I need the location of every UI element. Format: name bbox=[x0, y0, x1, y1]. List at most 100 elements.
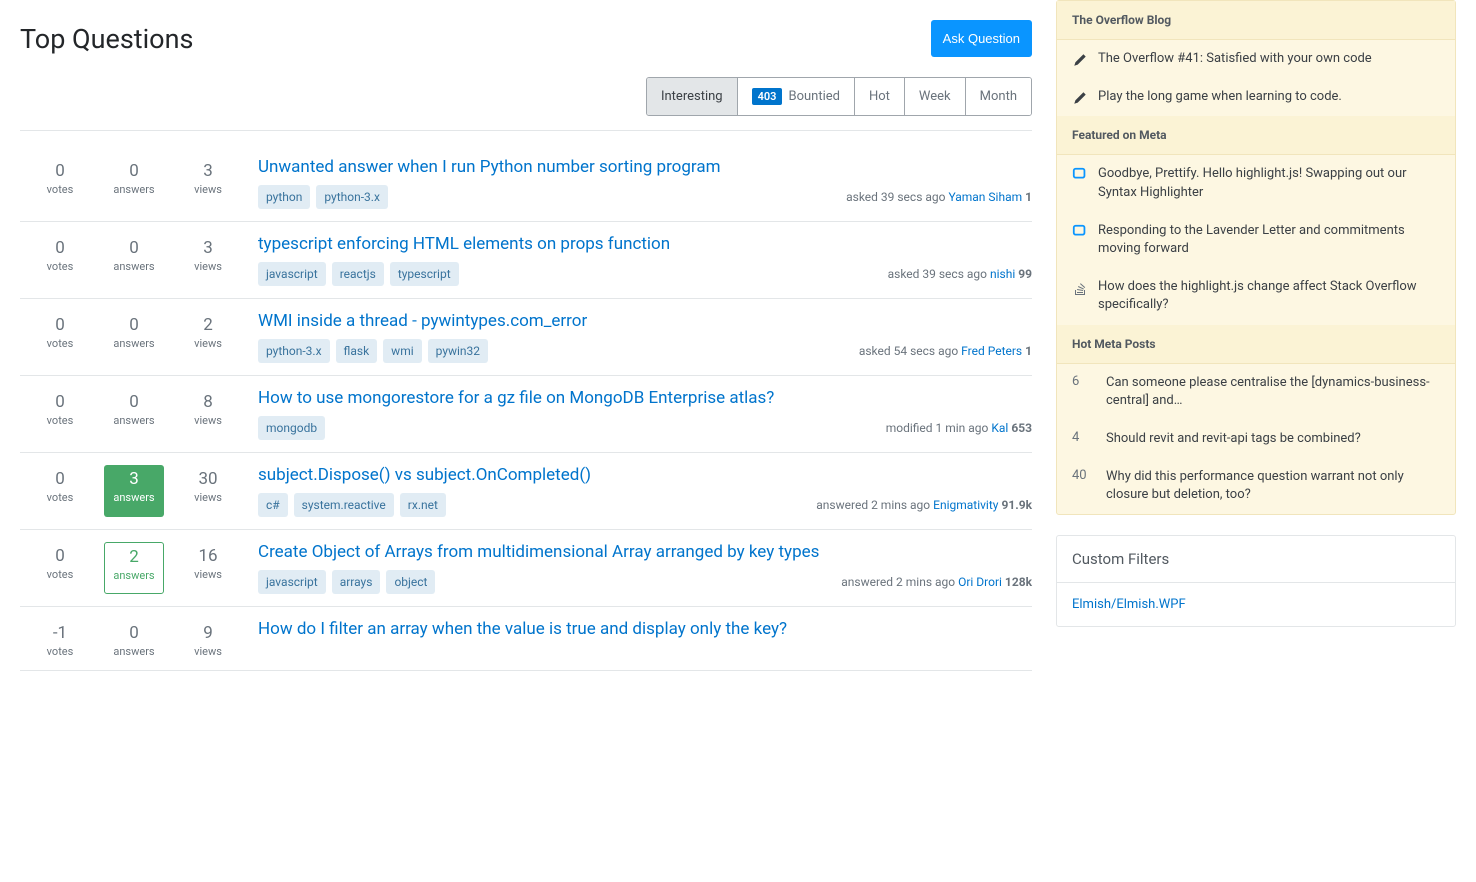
username-link[interactable]: Ori Drori bbox=[958, 575, 1002, 589]
ask-question-button[interactable]: Ask Question bbox=[931, 20, 1032, 57]
stat-label: votes bbox=[30, 337, 90, 350]
action-time: answered 2 mins ago bbox=[816, 498, 933, 512]
question-title-link[interactable]: Create Object of Arrays from multidimens… bbox=[258, 542, 1032, 562]
hot-meta-item[interactable]: 6Can someone please centralise the [dyna… bbox=[1057, 364, 1455, 420]
tab-hot[interactable]: Hot bbox=[855, 78, 905, 115]
stat-views: 9views bbox=[178, 619, 238, 658]
stat-label: views bbox=[178, 260, 238, 273]
stat-votes: 0votes bbox=[30, 234, 90, 286]
hot-meta-score: 6 bbox=[1072, 374, 1096, 389]
stat-number: 3 bbox=[178, 161, 238, 181]
tag[interactable]: python bbox=[258, 185, 310, 209]
meta-item[interactable]: Goodbye, Prettify. Hello highlight.js! S… bbox=[1057, 155, 1455, 211]
stackoverflow-icon bbox=[1072, 280, 1088, 296]
tag[interactable]: mongodb bbox=[258, 416, 325, 440]
username-link[interactable]: Kal bbox=[991, 421, 1008, 435]
question-title-link[interactable]: WMI inside a thread - pywintypes.com_err… bbox=[258, 311, 1032, 331]
custom-filters-widget: Custom Filters Elmish/Elmish.WPF bbox=[1056, 535, 1456, 627]
stat-number: 0 bbox=[104, 392, 164, 412]
username-link[interactable]: Yaman Siham bbox=[948, 190, 1022, 204]
stat-views: 30 views bbox=[178, 465, 238, 517]
tag[interactable]: system.reactive bbox=[294, 493, 394, 517]
stat-number: 2 bbox=[178, 315, 238, 335]
hot-meta-item[interactable]: 4Should revit and revit-api tags be comb… bbox=[1057, 420, 1455, 458]
tag[interactable]: pywin32 bbox=[428, 339, 488, 363]
tab-label: Bountied bbox=[788, 89, 840, 104]
stat-label: views bbox=[178, 568, 238, 581]
tag[interactable]: javascript bbox=[258, 262, 326, 286]
username-link[interactable]: Fred Peters bbox=[961, 344, 1022, 358]
tag[interactable]: c# bbox=[258, 493, 288, 517]
username-link[interactable]: Enigmativity bbox=[933, 498, 998, 512]
stat-label: votes bbox=[30, 414, 90, 427]
blog-item-text: Play the long game when learning to code… bbox=[1098, 88, 1440, 106]
question-title-link[interactable]: subject.Dispose() vs subject.OnCompleted… bbox=[258, 465, 1032, 485]
blog-item-text: The Overflow #41: Satisfied with your ow… bbox=[1098, 50, 1440, 68]
question-author: answered 2 mins ago Enigmativity 91.9k bbox=[816, 498, 1032, 512]
stat-label: answers bbox=[104, 491, 164, 504]
action-time: asked 39 secs ago bbox=[846, 190, 948, 204]
tab-interesting[interactable]: Interesting bbox=[647, 78, 738, 115]
stat-number: 30 bbox=[178, 469, 238, 489]
action-time: asked 39 secs ago bbox=[888, 267, 990, 281]
stat-label: answers bbox=[104, 260, 164, 273]
tag[interactable]: rx.net bbox=[400, 493, 446, 517]
stat-answers: 0answers bbox=[104, 619, 164, 658]
tag[interactable]: flask bbox=[336, 339, 378, 363]
tab-label: Month bbox=[980, 89, 1017, 104]
custom-filter-item[interactable]: Elmish/Elmish.WPF bbox=[1057, 583, 1455, 626]
stat-number: 0 bbox=[30, 161, 90, 181]
question-author: asked 39 secs ago nishi 99 bbox=[888, 267, 1032, 281]
stat-number: 2 bbox=[105, 547, 163, 567]
question-title-link[interactable]: typescript enforcing HTML elements on pr… bbox=[258, 234, 1032, 254]
tag[interactable]: reactjs bbox=[332, 262, 384, 286]
question-title-link[interactable]: How to use mongorestore for a gz file on… bbox=[258, 388, 1032, 408]
question-row: 0votes3answers30viewssubject.Dispose() v… bbox=[20, 453, 1032, 530]
tab-label: Interesting bbox=[661, 89, 723, 104]
featured-meta-header: Featured on Meta bbox=[1057, 116, 1455, 155]
stat-number: 0 bbox=[104, 161, 164, 181]
blog-item[interactable]: Play the long game when learning to code… bbox=[1057, 78, 1455, 116]
stat-answers: 2 answers bbox=[104, 542, 164, 594]
stat-number: -1 bbox=[30, 623, 90, 643]
hot-meta-text: Should revit and revit-api tags be combi… bbox=[1106, 430, 1440, 448]
question-author: modified 1 min ago Kal 653 bbox=[886, 421, 1032, 435]
stat-label: views bbox=[178, 491, 238, 504]
stat-number: 3 bbox=[178, 238, 238, 258]
stat-label: answers bbox=[105, 569, 163, 582]
chat-icon bbox=[1072, 224, 1088, 240]
question-title-link[interactable]: Unwanted answer when I run Python number… bbox=[258, 157, 1032, 177]
stat-votes: -1votes bbox=[30, 619, 90, 658]
tag[interactable]: wmi bbox=[383, 339, 421, 363]
question-row: -1votes 0answers 9views How do I filter an … bbox=[20, 607, 1032, 671]
question-title-link[interactable]: How do I filter an array when the value … bbox=[258, 619, 1032, 639]
stat-views: 2views bbox=[178, 311, 238, 363]
stat-number: 0 bbox=[30, 469, 90, 489]
page-title: Top Questions bbox=[20, 23, 193, 55]
stat-number: 8 bbox=[178, 392, 238, 412]
hot-meta-header: Hot Meta Posts bbox=[1057, 325, 1455, 364]
pencil-icon bbox=[1072, 52, 1088, 68]
stat-views: 8views bbox=[178, 388, 238, 440]
stat-number: 0 bbox=[30, 546, 90, 566]
tag[interactable]: python-3.x bbox=[316, 185, 388, 209]
tab-month[interactable]: Month bbox=[966, 78, 1031, 115]
tag[interactable]: typescript bbox=[390, 262, 459, 286]
blog-item[interactable]: The Overflow #41: Satisfied with your ow… bbox=[1057, 40, 1455, 78]
tag[interactable]: python-3.x bbox=[258, 339, 330, 363]
tag[interactable]: javascript bbox=[258, 570, 326, 594]
meta-item[interactable]: Responding to the Lavender Letter and co… bbox=[1057, 212, 1455, 268]
tab-bountied[interactable]: 403Bountied bbox=[738, 78, 855, 115]
question-author: answered 2 mins ago Ori Drori 128k bbox=[841, 575, 1032, 589]
tag[interactable]: arrays bbox=[332, 570, 381, 594]
question-author: asked 39 secs ago Yaman Siham 1 bbox=[846, 190, 1032, 204]
tab-week[interactable]: Week bbox=[905, 78, 966, 115]
hot-meta-score: 40 bbox=[1072, 468, 1096, 483]
meta-item[interactable]: How does the highlight.js change affect … bbox=[1057, 268, 1455, 324]
stat-number: 0 bbox=[104, 315, 164, 335]
hot-meta-item[interactable]: 40Why did this performance question warr… bbox=[1057, 458, 1455, 514]
meta-item-text: Goodbye, Prettify. Hello highlight.js! S… bbox=[1098, 165, 1440, 201]
stat-label: views bbox=[178, 645, 238, 658]
tag[interactable]: object bbox=[386, 570, 435, 594]
username-link[interactable]: nishi bbox=[990, 267, 1015, 281]
